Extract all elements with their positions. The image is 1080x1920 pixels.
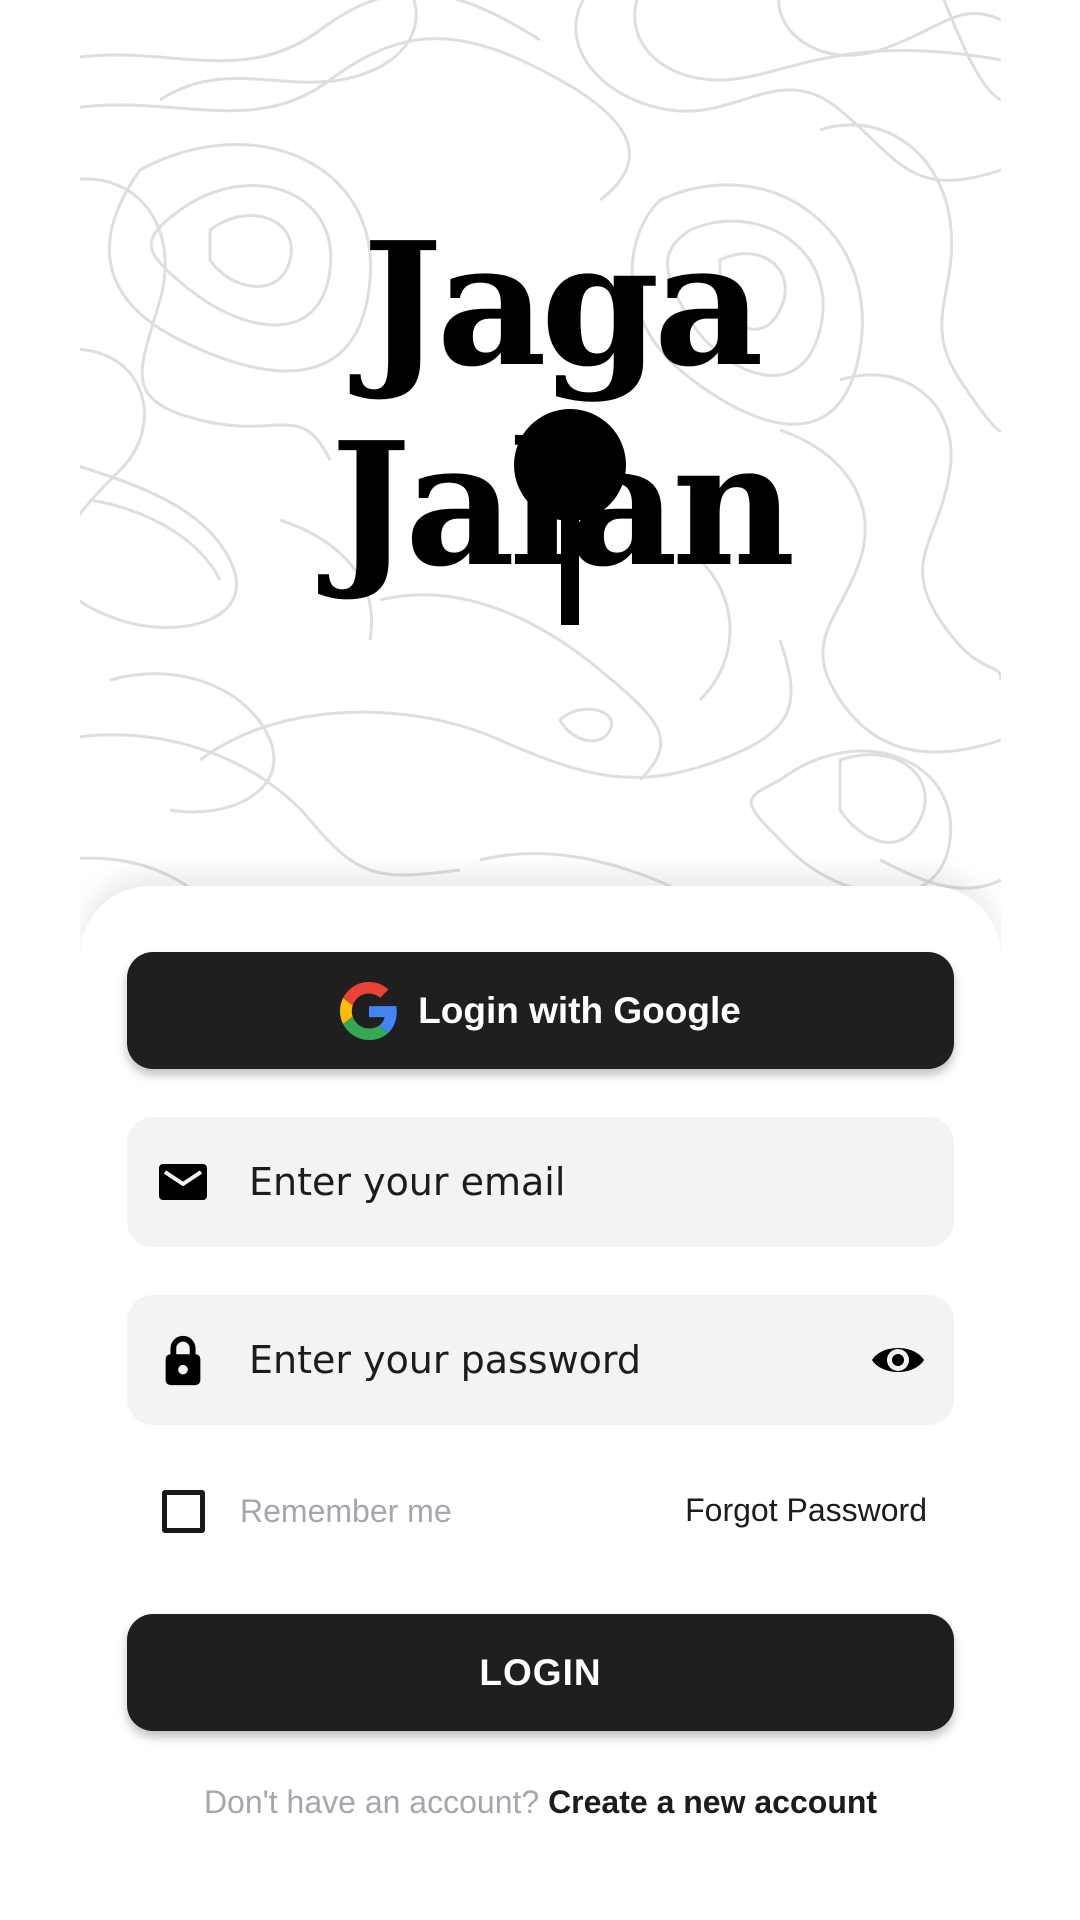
app-logo: Jaga Jalan [310,220,810,640]
lock-icon [165,1335,201,1386]
google-login-label: Login with Google [418,989,741,1031]
login-card: Login with Google Remember [80,886,1001,1920]
login-button-label: LOGIN [479,1651,602,1693]
eye-icon[interactable] [870,1336,926,1384]
map-pin-icon [514,409,626,625]
remember-me-checkbox[interactable] [162,1490,205,1533]
email-input[interactable] [249,1117,829,1247]
login-screen: Jaga Jalan Login with Google [80,0,1001,1920]
email-field [127,1117,954,1247]
google-login-button[interactable]: Login with Google [127,952,954,1069]
forgot-password-link[interactable]: Forgot Password [685,1492,927,1529]
remember-me-toggle[interactable]: Remember me [162,1490,452,1533]
login-button[interactable]: LOGIN [127,1614,954,1731]
hero-header: Jaga Jalan [80,0,1001,980]
password-input[interactable] [249,1295,829,1425]
signup-prompt: Don't have an account? Create a new acco… [80,1784,1001,1821]
google-g-icon [340,981,397,1040]
password-field [127,1295,954,1425]
signup-prompt-text: Don't have an account? [203,1784,540,1820]
create-account-link[interactable]: Create a new account [548,1784,877,1820]
envelope-icon [159,1164,207,1200]
logo-text-top: Jaga [362,205,764,405]
remember-me-label: Remember me [240,1493,452,1529]
